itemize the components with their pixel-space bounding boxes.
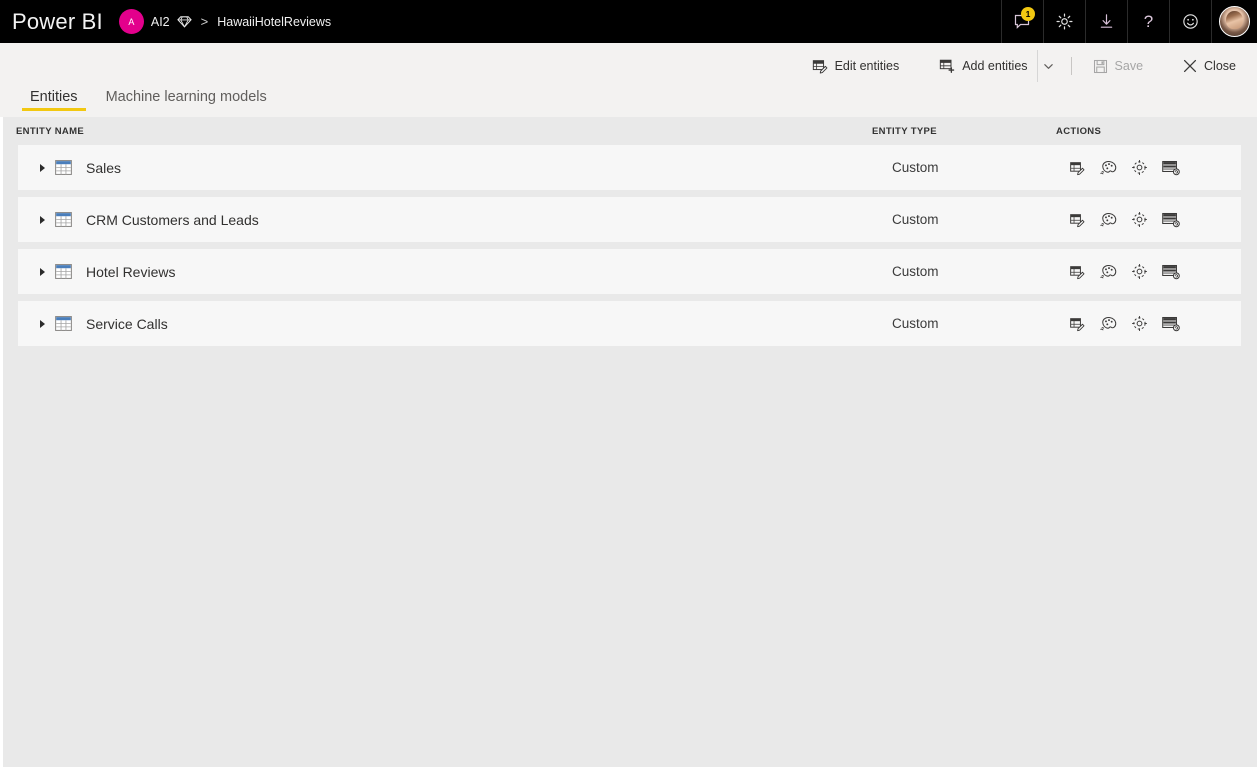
entity-name: CRM Customers and Leads (86, 211, 259, 228)
incremental-refresh-icon[interactable] (1161, 262, 1180, 281)
table-row[interactable]: Sales Custom (18, 145, 1241, 190)
tab-entities[interactable]: Entities (22, 89, 86, 111)
add-entities-dropdown-button[interactable] (1036, 50, 1059, 82)
apply-ml-model-icon[interactable] (1099, 314, 1118, 333)
breadcrumb-separator: > (200, 14, 209, 29)
breadcrumb: A AI2 > HawaiiHotelReviews (118, 9, 332, 34)
entity-table-header: ENTITY NAME ENTITY TYPE ACTIONS (3, 117, 1257, 145)
entity-name: Sales (86, 159, 122, 176)
command-bar-divider (1070, 57, 1072, 75)
tab-strip: Entities Machine learning models (0, 89, 1257, 117)
settings-button[interactable] (1043, 0, 1085, 43)
chevron-right-icon (39, 267, 45, 276)
edit-entity-icon[interactable] (1068, 158, 1087, 177)
entity-type: Custom (892, 160, 939, 175)
table-icon (53, 316, 73, 331)
row-actions (1068, 314, 1180, 333)
premium-diamond-icon (176, 14, 192, 29)
profile-button[interactable] (1211, 0, 1257, 43)
entity-type: Custom (892, 212, 939, 227)
save-button[interactable]: Save (1084, 50, 1153, 82)
apply-ml-model-icon[interactable] (1099, 262, 1118, 281)
notifications-button[interactable]: 1 (1001, 0, 1043, 43)
workspace-avatar[interactable]: A (118, 9, 144, 34)
tab-machine-learning-models[interactable]: Machine learning models (98, 89, 275, 111)
add-entities-icon (939, 58, 955, 74)
topbar-actions: 1 ? (1001, 0, 1257, 43)
entities-content-area: ENTITY NAME ENTITY TYPE ACTIONS Sales Cu… (0, 117, 1257, 767)
edit-entity-icon[interactable] (1068, 314, 1087, 333)
notification-badge: 1 (1021, 7, 1035, 21)
download-button[interactable] (1085, 0, 1127, 43)
powerbi-brand-logo[interactable]: Power BI (0, 9, 103, 35)
edit-entities-icon (812, 58, 828, 74)
edit-entities-button[interactable]: Edit entities (803, 50, 909, 82)
breadcrumb-dataflow-name: HawaiiHotelReviews (217, 14, 332, 29)
table-row[interactable]: CRM Customers and Leads Custom (18, 197, 1241, 242)
edit-entities-label: Edit entities (834, 59, 900, 73)
table-row[interactable]: Hotel Reviews Custom (18, 249, 1241, 294)
chevron-down-icon (1043, 61, 1054, 72)
row-expand-toggle[interactable] (31, 215, 53, 224)
entity-type: Custom (892, 316, 939, 331)
column-header-actions: ACTIONS (1056, 125, 1102, 137)
chevron-right-icon (39, 215, 45, 224)
avatar (1219, 6, 1250, 37)
entity-settings-icon[interactable] (1130, 262, 1149, 281)
row-expand-toggle[interactable] (31, 319, 53, 328)
row-actions (1068, 158, 1180, 177)
row-actions (1068, 210, 1180, 229)
chevron-right-icon (39, 319, 45, 328)
table-icon (53, 212, 73, 227)
incremental-refresh-icon[interactable] (1161, 314, 1180, 333)
table-icon (53, 160, 73, 175)
edit-entity-icon[interactable] (1068, 262, 1087, 281)
entity-name: Hotel Reviews (86, 263, 176, 280)
table-row[interactable]: Service Calls Custom (18, 301, 1241, 346)
row-actions (1068, 262, 1180, 281)
entity-settings-icon[interactable] (1130, 158, 1149, 177)
save-floppy-icon (1093, 59, 1108, 74)
close-icon (1183, 59, 1197, 73)
apply-ml-model-icon[interactable] (1099, 158, 1118, 177)
entity-type: Custom (892, 264, 939, 279)
table-icon (53, 264, 73, 279)
edit-entity-icon[interactable] (1068, 210, 1087, 229)
entity-settings-icon[interactable] (1130, 210, 1149, 229)
close-button[interactable]: Close (1174, 50, 1245, 82)
column-header-entity-name: ENTITY NAME (16, 125, 85, 137)
incremental-refresh-icon[interactable] (1161, 158, 1180, 177)
close-label: Close (1204, 59, 1236, 73)
add-entities-label: Add entities (962, 59, 1028, 73)
row-expand-toggle[interactable] (31, 267, 53, 276)
help-button[interactable]: ? (1127, 0, 1169, 43)
save-label: Save (1114, 59, 1144, 73)
feedback-smiley-button[interactable] (1169, 0, 1211, 43)
entity-name: Service Calls (86, 315, 168, 332)
column-header-entity-type: ENTITY TYPE (872, 125, 937, 137)
command-bar: Edit entities Add entities Save Close (0, 43, 1257, 89)
apply-ml-model-icon[interactable] (1099, 210, 1118, 229)
entity-list: Sales Custom CRM Customers and Leads Cus… (3, 145, 1257, 346)
add-entities-button[interactable]: Add entities (930, 50, 1036, 82)
breadcrumb-workspace-name[interactable]: AI2 (151, 15, 170, 29)
incremental-refresh-icon[interactable] (1161, 210, 1180, 229)
entity-settings-icon[interactable] (1130, 314, 1149, 333)
top-navigation-bar: Power BI A AI2 > HawaiiHotelReviews 1 ? (0, 0, 1257, 43)
chevron-right-icon (39, 163, 45, 172)
row-expand-toggle[interactable] (31, 163, 53, 172)
